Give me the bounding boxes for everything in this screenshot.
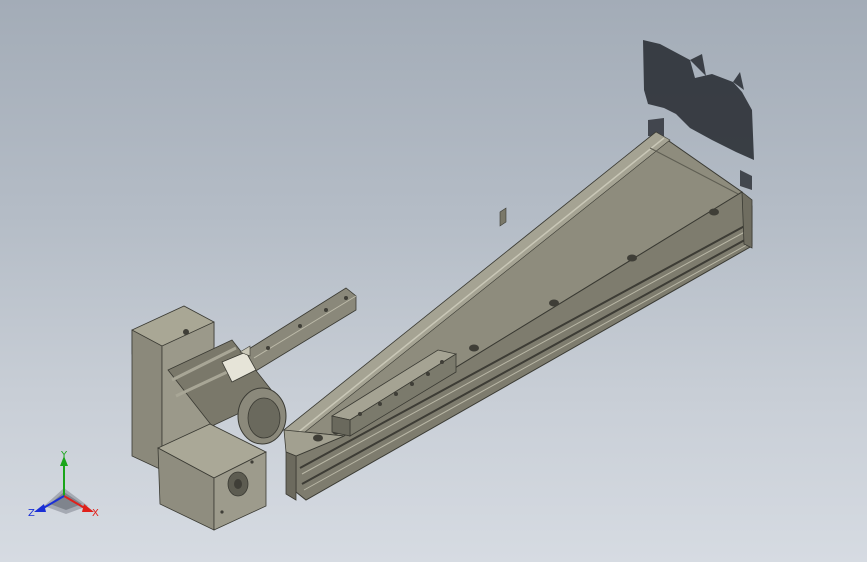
- cad-viewport[interactable]: Y X Z: [0, 0, 867, 562]
- actuator-rail: [282, 131, 753, 501]
- y-axis-label: Y: [60, 450, 68, 461]
- z-axis-arrow-icon: [34, 504, 46, 512]
- linear-actuator-model[interactable]: [0, 0, 867, 562]
- servo-motor: [131, 305, 287, 531]
- x-axis-label: X: [92, 508, 99, 519]
- orientation-triad[interactable]: Y X Z: [26, 448, 106, 528]
- z-axis-label: Z: [28, 508, 35, 519]
